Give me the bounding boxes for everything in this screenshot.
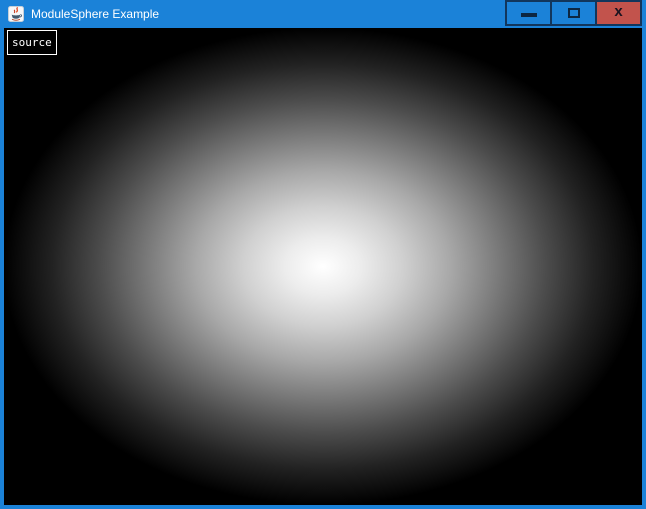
window-title: ModuleSphere Example: [31, 0, 159, 28]
application-window: ModuleSphere Example x source: [0, 0, 646, 509]
window-controls: x: [505, 0, 642, 26]
titlebar[interactable]: ModuleSphere Example x: [0, 0, 646, 28]
minimize-icon: [521, 13, 537, 17]
minimize-button[interactable]: [505, 0, 552, 26]
content-area: source: [4, 28, 642, 505]
maximize-icon: [568, 8, 580, 18]
close-button[interactable]: x: [595, 0, 642, 26]
source-button[interactable]: source: [7, 30, 57, 55]
close-icon: x: [614, 2, 622, 22]
maximize-button[interactable]: [550, 0, 597, 26]
java-coffee-cup-icon: [8, 6, 24, 22]
sphere-gradient-canvas: [4, 28, 642, 505]
